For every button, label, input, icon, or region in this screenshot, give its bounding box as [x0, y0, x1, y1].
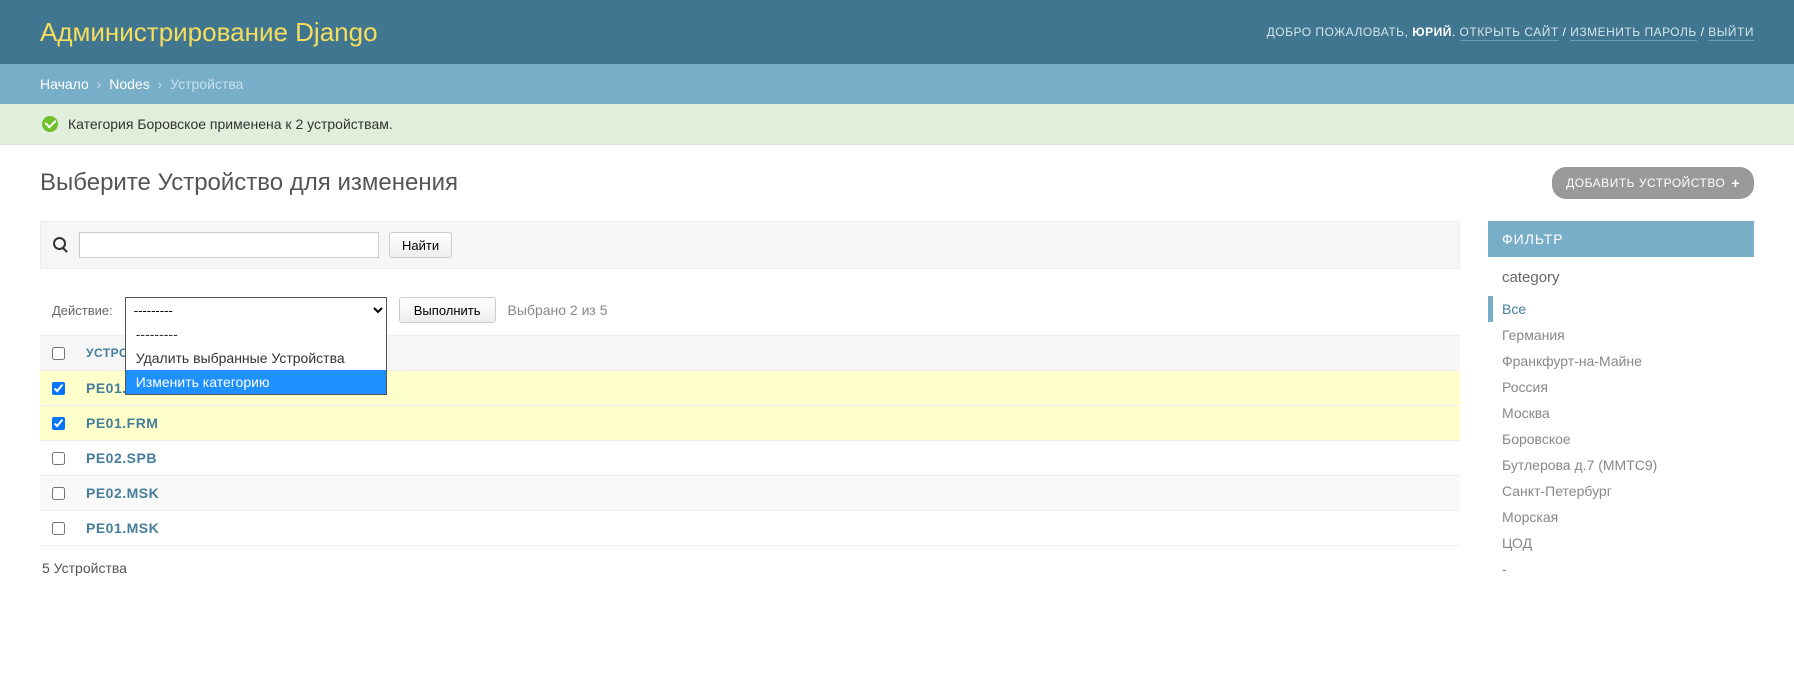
- filter-item: Боровское: [1502, 426, 1740, 452]
- device-link[interactable]: pe01.frm: [86, 415, 158, 431]
- filter-link[interactable]: Франкфурт-на-Майне: [1502, 353, 1642, 369]
- row-checkbox[interactable]: [52, 487, 65, 500]
- filter-item: Германия: [1502, 322, 1740, 348]
- content-header: Выберите Устройство для изменения ДОБАВИ…: [40, 167, 1754, 199]
- action-select[interactable]: ---------: [125, 297, 387, 323]
- search-icon: [53, 237, 69, 253]
- breadcrumb-current: Устройства: [170, 76, 243, 92]
- main-column: Найти Действие: --------- --------- Удал…: [40, 221, 1460, 594]
- actions-row: Действие: --------- --------- Удалить вы…: [40, 289, 1460, 331]
- breadcrumb: Начало › Nodes › Устройства: [0, 64, 1794, 104]
- filter-link[interactable]: Все: [1502, 301, 1526, 317]
- table-row: pe01.frm: [40, 406, 1460, 441]
- selection-counter: Выбрано 2 из 5: [508, 302, 608, 318]
- filter-link[interactable]: Москва: [1502, 405, 1550, 421]
- row-checkbox-cell: [52, 417, 86, 430]
- user-tools: ДОБРО ПОЖАЛОВАТЬ, ЮРИЙ. ОТКРЫТЬ САЙТ / И…: [1267, 25, 1754, 39]
- filter-item: Бутлерова д.7 (ММТС9): [1502, 452, 1740, 478]
- action-dropdown: --------- Удалить выбранные Устройства И…: [125, 322, 387, 395]
- paginator: 5 Устройства: [40, 546, 1460, 590]
- device-link[interactable]: pe01.msk: [86, 520, 159, 536]
- site-title[interactable]: Администрирование Django: [40, 17, 378, 48]
- action-option-change-category[interactable]: Изменить категорию: [126, 370, 386, 394]
- filter-link[interactable]: ЦОД: [1502, 535, 1532, 551]
- filter-item: Морская: [1502, 504, 1740, 530]
- row-checkbox[interactable]: [52, 382, 65, 395]
- row-checkbox-cell: [52, 522, 86, 535]
- filter-item: -: [1502, 556, 1740, 582]
- view-site-link[interactable]: ОТКРЫТЬ САЙТ: [1460, 25, 1559, 41]
- row-checkbox[interactable]: [52, 417, 65, 430]
- add-device-button[interactable]: ДОБАВИТЬ УСТРОЙСТВО +: [1552, 167, 1754, 199]
- filter-link[interactable]: -: [1502, 561, 1507, 577]
- action-select-wrap: --------- --------- Удалить выбранные Ус…: [125, 297, 387, 323]
- header: Администрирование Django ДОБРО ПОЖАЛОВАТ…: [0, 0, 1794, 64]
- success-message: Категория Боровское применена к 2 устрой…: [0, 104, 1794, 145]
- page-title: Выберите Устройство для изменения: [40, 169, 458, 197]
- filter-link[interactable]: Морская: [1502, 509, 1558, 525]
- logout-link[interactable]: ВЫЙТИ: [1708, 25, 1754, 41]
- plus-icon: +: [1731, 175, 1740, 191]
- filter-title: ФИЛЬТР: [1488, 221, 1754, 257]
- change-password-link[interactable]: ИЗМЕНИТЬ ПАРОЛЬ: [1570, 25, 1697, 41]
- device-link[interactable]: pe02.spb: [86, 450, 157, 466]
- filter-item: Все: [1488, 296, 1740, 322]
- action-option-blank[interactable]: ---------: [126, 322, 386, 346]
- filter-item: Россия: [1502, 374, 1740, 400]
- message-list: Категория Боровское применена к 2 устрой…: [0, 104, 1794, 145]
- search-input[interactable]: [79, 232, 379, 258]
- filter-link[interactable]: Санкт-Петербург: [1502, 483, 1612, 499]
- select-all-cell: [52, 347, 86, 360]
- action-label: Действие:: [52, 303, 113, 318]
- search-bar: Найти: [40, 221, 1460, 269]
- welcome-text: ДОБРО ПОЖАЛОВАТЬ,: [1267, 25, 1409, 39]
- filter-group-label: category: [1502, 269, 1740, 286]
- breadcrumb-sep: ›: [158, 76, 163, 92]
- breadcrumb-home[interactable]: Начало: [40, 76, 89, 92]
- filter-link[interactable]: Бутлерова д.7 (ММТС9): [1502, 457, 1657, 473]
- filter-item: Санкт-Петербург: [1502, 478, 1740, 504]
- add-button-label: ДОБАВИТЬ УСТРОЙСТВО: [1566, 176, 1725, 190]
- filter-item: Москва: [1502, 400, 1740, 426]
- row-checkbox-cell: [52, 382, 86, 395]
- filter-link[interactable]: Россия: [1502, 379, 1548, 395]
- table-row: pe01.msk: [40, 511, 1460, 546]
- search-button[interactable]: Найти: [389, 232, 452, 258]
- row-checkbox[interactable]: [52, 452, 65, 465]
- action-option-delete[interactable]: Удалить выбранные Устройства: [126, 346, 386, 370]
- filter-link[interactable]: Боровское: [1502, 431, 1571, 447]
- table-row: pe02.spb: [40, 441, 1460, 476]
- row-checkbox-cell: [52, 452, 86, 465]
- filter-item: Франкфурт-на-Майне: [1502, 348, 1740, 374]
- breadcrumb-app[interactable]: Nodes: [109, 76, 149, 92]
- content: Выберите Устройство для изменения ДОБАВИ…: [0, 145, 1794, 616]
- filter-link[interactable]: Германия: [1502, 327, 1565, 343]
- device-link[interactable]: pe02.msk: [86, 485, 159, 501]
- filter-item: ЦОД: [1502, 530, 1740, 556]
- row-checkbox-cell: [52, 487, 86, 500]
- username: ЮРИЙ: [1412, 25, 1452, 39]
- filter-list: Все Германия Франкфурт-на-Майне Россия Москв…: [1502, 296, 1740, 582]
- row-checkbox[interactable]: [52, 522, 65, 535]
- filter-group-category: category Все Германия Франкфурт-на-Майне Ро…: [1488, 257, 1754, 594]
- breadcrumb-sep: ›: [97, 76, 102, 92]
- select-all-checkbox[interactable]: [52, 347, 65, 360]
- table-row: pe02.msk: [40, 476, 1460, 511]
- action-go-button[interactable]: Выполнить: [399, 297, 496, 323]
- layout: Найти Действие: --------- --------- Удал…: [40, 221, 1754, 594]
- filter-sidebar: ФИЛЬТР category Все Германия Франкфурт-на-…: [1488, 221, 1754, 594]
